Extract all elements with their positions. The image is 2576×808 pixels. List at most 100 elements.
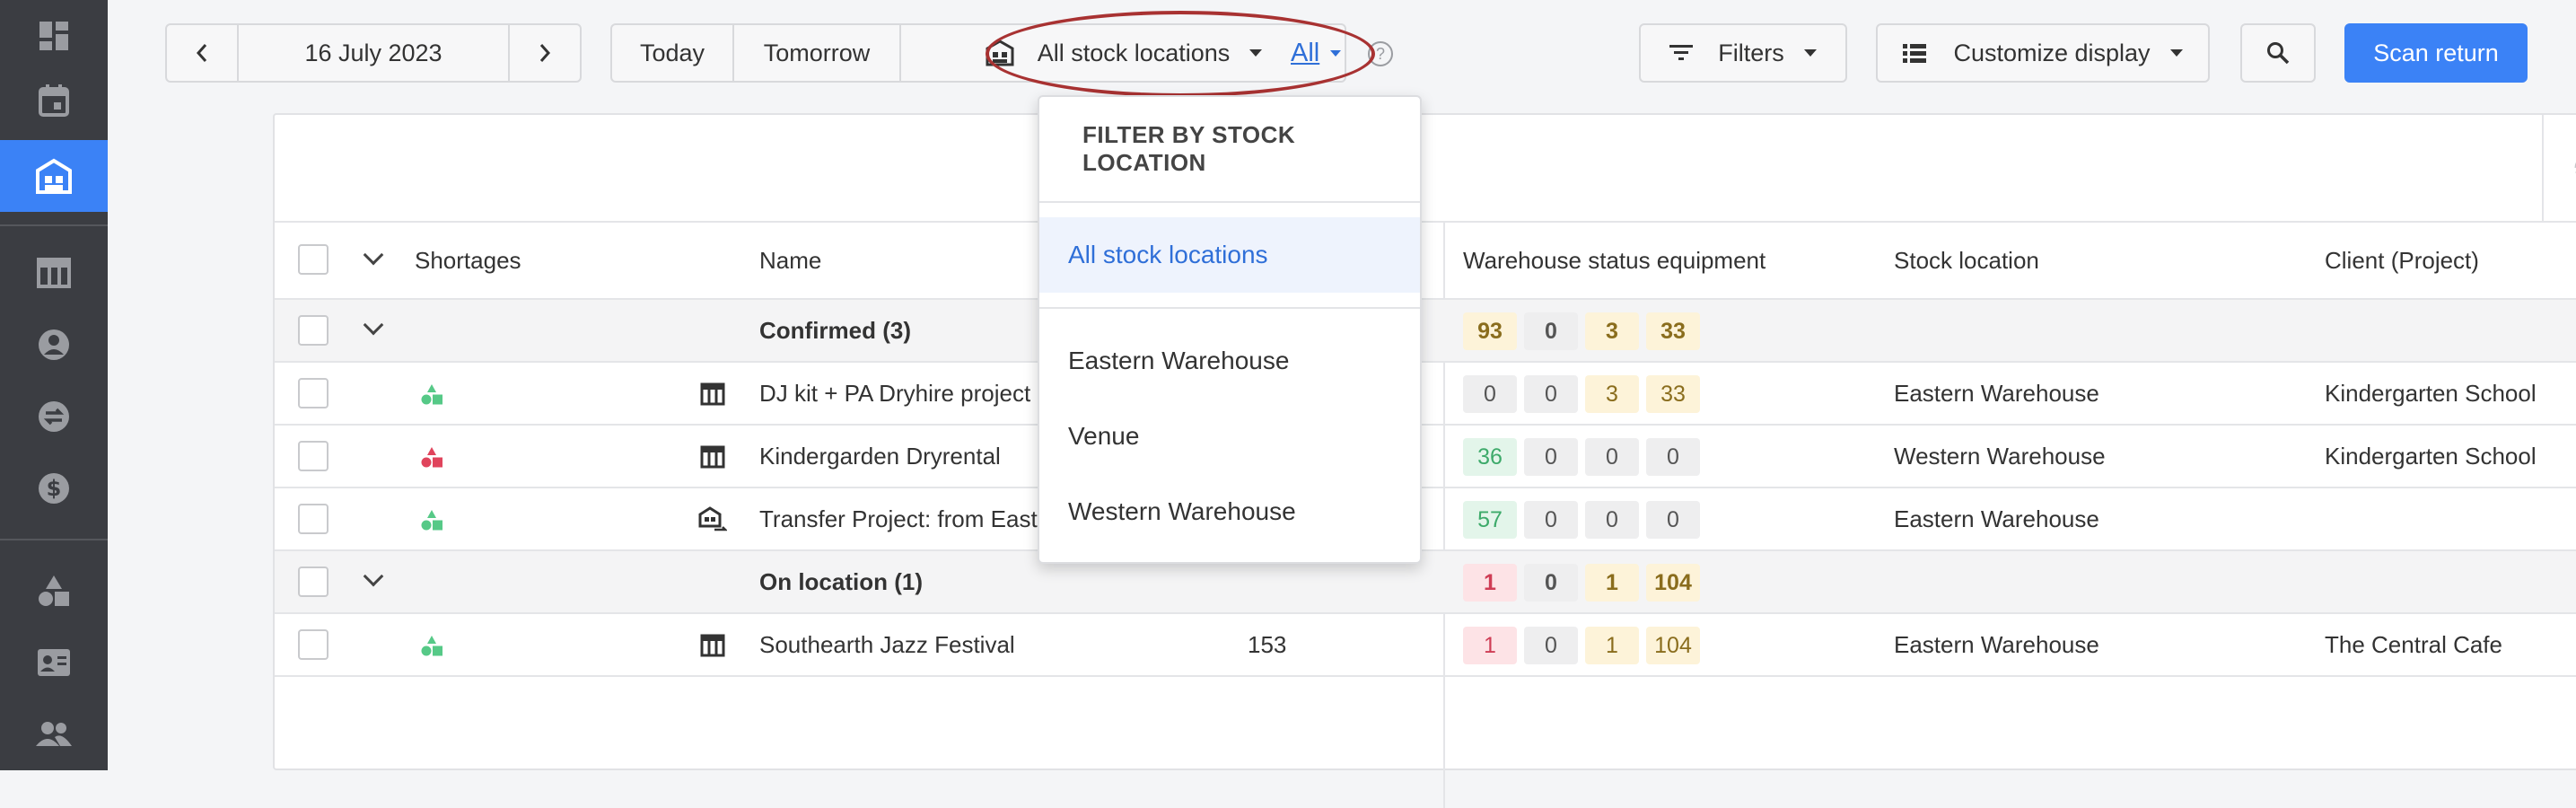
nav-contacts[interactable] — [0, 309, 108, 381]
select-all-checkbox[interactable] — [298, 244, 329, 275]
transfer-project-icon — [698, 506, 727, 531]
caret-down-icon — [1803, 49, 1817, 57]
col-shortages[interactable]: Shortages — [415, 223, 521, 298]
status-count: 0 — [1585, 438, 1639, 476]
status-count: 104 — [1646, 627, 1700, 664]
status-count: 36 — [1463, 438, 1517, 476]
date-display[interactable]: 16 July 2023 — [239, 25, 508, 81]
dropdown-option-all[interactable]: All stock locations — [1039, 217, 1420, 293]
panel-header — [275, 115, 2576, 223]
prev-day-button[interactable] — [167, 25, 239, 81]
nav-dashboard[interactable] — [0, 0, 108, 72]
shortage-warning-icon — [421, 447, 442, 468]
filters-button[interactable]: Filters — [1639, 23, 1847, 83]
nav-planning[interactable] — [0, 237, 108, 309]
stock-location: Eastern Warehouse — [1894, 379, 2099, 407]
nav-divider — [0, 539, 108, 540]
shortage-ok-icon — [421, 636, 442, 656]
chevron-left-icon — [196, 44, 207, 62]
filter-icon — [1669, 45, 1694, 60]
projects-panel: Shortages Name Warehouse status equipmen… — [273, 113, 2576, 808]
chevron-down-icon[interactable] — [363, 244, 384, 266]
client-project: Kindergarten School — [2325, 442, 2537, 470]
group-row[interactable]: On location (1) 1 0 1 104 — [275, 551, 2576, 614]
status-count: 1 — [1463, 627, 1517, 664]
calendar-icon — [39, 84, 69, 117]
row-checkbox[interactable] — [298, 504, 329, 534]
users-icon — [36, 722, 72, 746]
dropdown-header: FILTER BY STOCK LOCATION — [1082, 121, 1296, 176]
project-table-icon — [700, 634, 725, 657]
status-count: 57 — [1463, 501, 1517, 539]
group-checkbox[interactable] — [298, 315, 329, 346]
col-client[interactable]: Client (Project) — [2325, 223, 2479, 298]
row-checkbox[interactable] — [298, 441, 329, 471]
customize-display-label: Customize display — [1953, 39, 2151, 66]
status-count: 93 — [1463, 312, 1517, 350]
status-count: 1 — [1585, 627, 1639, 664]
project-name[interactable]: Southearth Jazz Festival — [759, 614, 1015, 675]
table-row[interactable]: Kindergarden Dryrental 36 0 0 0 Western … — [275, 426, 2576, 488]
group-label: Confirmed (3) — [759, 316, 911, 344]
nav-users[interactable] — [0, 698, 108, 770]
dropdown-divider — [1039, 307, 1420, 309]
status-count: 0 — [1524, 375, 1578, 413]
dropdown-option[interactable]: Western Warehouse — [1039, 474, 1420, 549]
client-project: The Central Cafe — [2325, 630, 2502, 658]
project-table-icon — [700, 445, 725, 469]
chevron-right-icon — [539, 44, 551, 62]
col-name[interactable]: Name — [759, 223, 821, 298]
status-count: 104 — [1646, 564, 1700, 602]
contact-card-icon — [38, 649, 70, 676]
filters-label: Filters — [1718, 39, 1784, 66]
status-count: 0 — [1524, 438, 1578, 476]
search-button[interactable] — [2240, 23, 2316, 83]
status-count: 0 — [1463, 375, 1517, 413]
nav-divider — [0, 224, 108, 226]
nav-inventory[interactable] — [0, 555, 108, 627]
today-button[interactable]: Today — [612, 25, 734, 81]
nav-calendar[interactable] — [0, 65, 108, 136]
col-stock-location[interactable]: Stock location — [1894, 223, 2039, 298]
row-checkbox[interactable] — [298, 629, 329, 660]
customize-display-button[interactable]: Customize display — [1876, 23, 2210, 83]
table-row[interactable]: Transfer Project: from Easter 57 0 0 0 E… — [275, 488, 2576, 551]
highlight-annotation — [986, 11, 1375, 97]
chevron-down-icon[interactable] — [363, 314, 384, 336]
nav-finance[interactable]: $ — [0, 452, 108, 524]
status-count: 0 — [1524, 501, 1578, 539]
group-row[interactable]: Confirmed (3) 93 0 3 33 — [275, 300, 2576, 363]
planning-table-icon — [37, 258, 71, 288]
warehouse-icon — [36, 158, 72, 194]
status-count: 33 — [1646, 312, 1700, 350]
project-number: 153 — [1248, 630, 1287, 658]
project-name[interactable]: Transfer Project: from Easter — [759, 488, 1058, 549]
transfer-icon — [39, 401, 69, 432]
stock-location: Eastern Warehouse — [1894, 630, 2099, 658]
settings-button[interactable] — [2542, 115, 2576, 221]
dropdown-option[interactable]: Venue — [1039, 399, 1420, 474]
nav-warehouse[interactable] — [0, 140, 108, 212]
group-checkbox[interactable] — [298, 566, 329, 597]
table-row[interactable]: DJ kit + PA Dryhire project 0 0 3 33 Eas… — [275, 363, 2576, 426]
shortage-ok-icon — [421, 384, 442, 405]
dropdown-divider — [1039, 201, 1420, 203]
caret-down-icon — [2169, 49, 2183, 57]
row-checkbox[interactable] — [298, 378, 329, 408]
nav-crew[interactable] — [0, 627, 108, 698]
group-label: On location (1) — [759, 567, 923, 595]
dropdown-option[interactable]: Eastern Warehouse — [1039, 323, 1420, 399]
next-day-button[interactable] — [508, 25, 580, 81]
col-warehouse-status[interactable]: Warehouse status equipment — [1463, 223, 1766, 298]
scan-return-button[interactable]: Scan return — [2344, 23, 2528, 83]
project-name[interactable]: Kindergarden Dryrental — [759, 426, 1001, 487]
chevron-down-icon[interactable] — [363, 566, 384, 587]
project-name[interactable]: DJ kit + PA Dryhire project — [759, 363, 1030, 424]
tomorrow-button[interactable]: Tomorrow — [734, 25, 901, 81]
list-icon — [1903, 44, 1927, 63]
table-row[interactable]: Southearth Jazz Festival 153 1 0 1 104 E… — [275, 614, 2576, 677]
nav-transfers[interactable] — [0, 381, 108, 452]
status-count: 0 — [1524, 627, 1578, 664]
status-count: 1 — [1585, 564, 1639, 602]
project-table-icon — [700, 382, 725, 406]
